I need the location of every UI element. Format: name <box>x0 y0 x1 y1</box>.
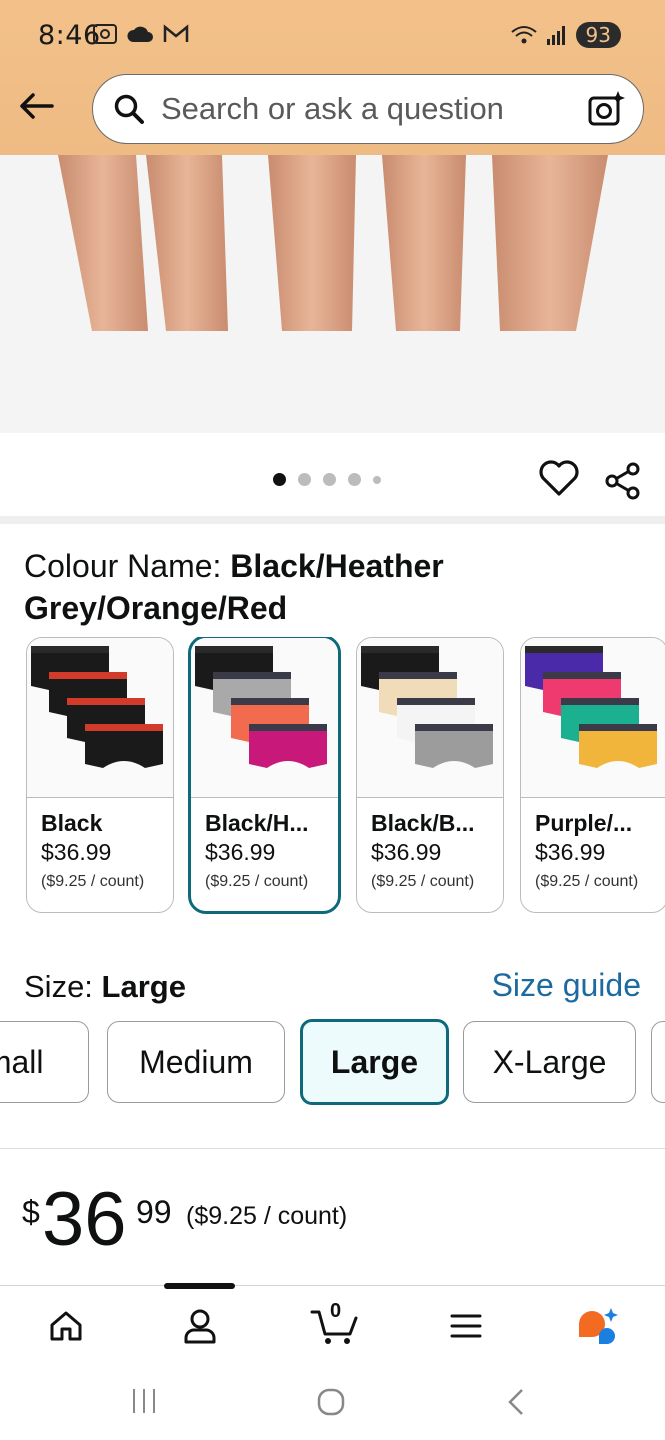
gallery-dots <box>273 473 381 486</box>
battery-badge: 93 <box>575 22 621 48</box>
camera-search-icon[interactable] <box>587 89 627 129</box>
size-option-button[interactable]: Small <box>0 1021 89 1103</box>
divider <box>0 1148 665 1149</box>
colour-option-price: $36.99 <box>41 839 112 865</box>
hamburger-menu-icon <box>450 1314 482 1338</box>
gallery-dot[interactable] <box>348 473 361 486</box>
colour-option-card-selected[interactable]: Black/H... $36.99 ($9.25 / count) <box>188 637 341 914</box>
colour-option-name: Black/B... <box>371 810 475 836</box>
size-label: Size: <box>24 969 102 1004</box>
colour-option-unit-price: ($9.25 / count) <box>371 873 475 890</box>
price-fraction: 99 <box>136 1194 172 1230</box>
size-option-button-selected[interactable]: Large <box>300 1019 449 1105</box>
colour-option-price: $36.99 <box>371 839 442 865</box>
colour-option-name: Purple/... <box>535 810 633 836</box>
gallery-controls <box>0 433 665 518</box>
size-option-button[interactable]: Medium <box>107 1021 285 1103</box>
colour-option-card[interactable]: Black $36.99 ($9.25 / count) <box>26 637 174 913</box>
recent-apps-icon[interactable] <box>130 1387 158 1415</box>
home-icon <box>50 1311 82 1341</box>
bottom-nav: 0 <box>0 1283 665 1365</box>
back-button[interactable] <box>14 84 58 128</box>
system-nav-bar <box>0 1365 665 1440</box>
signal-icon <box>546 26 565 45</box>
colour-option-name: Black <box>41 810 103 836</box>
colour-option-name: Black/H... <box>205 810 309 836</box>
colour-option-unit-price: ($9.25 / count) <box>535 873 639 890</box>
gmail-icon <box>163 24 189 42</box>
size-heading: Size: Large <box>24 969 186 1005</box>
product-photo-legs <box>58 155 608 331</box>
size-option-label: Small <box>0 1043 44 1080</box>
underwear-piece <box>579 724 657 768</box>
status-left-icons <box>92 22 190 46</box>
nav-rufus[interactable] <box>574 1302 622 1350</box>
header: 8:46 93 Search or ask a question <box>0 0 665 155</box>
pack-thumbnail <box>31 646 163 768</box>
nav-cart[interactable]: 0 <box>308 1300 362 1350</box>
pack-thumbnail <box>525 646 657 768</box>
size-guide-link[interactable]: Size guide <box>492 967 641 1004</box>
price-per-unit: ($9.25 / count) <box>186 1202 348 1230</box>
size-option-label: X-Large <box>492 1043 607 1080</box>
colour-option-unit-price: ($9.25 / count) <box>205 873 309 890</box>
colour-option-image <box>357 638 503 798</box>
gallery-dot[interactable] <box>298 473 311 486</box>
size-option-label: Medium <box>139 1043 253 1080</box>
nav-home[interactable] <box>42 1302 90 1350</box>
pack-thumbnail <box>195 646 327 768</box>
product-image[interactable] <box>0 155 665 433</box>
home-circle-icon[interactable] <box>316 1387 346 1417</box>
price-whole: 36 <box>42 1177 127 1262</box>
wifi-icon <box>510 26 537 44</box>
section-divider <box>0 516 665 524</box>
colour-option-card[interactable]: Black/B... $36.99 ($9.25 / count) <box>356 637 504 913</box>
price-currency: $ <box>22 1194 40 1230</box>
colour-option-price: $36.99 <box>205 839 276 865</box>
back-chevron-icon[interactable] <box>504 1387 528 1417</box>
colour-option-unit-price: ($9.25 / count) <box>41 873 145 890</box>
size-option-button[interactable]: X-Large <box>463 1021 636 1103</box>
user-icon <box>184 1309 216 1344</box>
colour-option-card[interactable]: Purple/... $36.99 ($9.25 / count) <box>520 637 665 913</box>
size-value: Large <box>101 969 186 1004</box>
status-bar: 8:46 93 <box>0 0 665 70</box>
rufus-assistant-icon <box>579 1308 618 1344</box>
gallery-dot[interactable] <box>323 473 336 486</box>
colour-option-image <box>521 638 665 798</box>
heart-icon[interactable] <box>538 459 580 497</box>
cart-count: 0 <box>330 1300 342 1322</box>
colour-option-image <box>27 638 173 798</box>
colour-name-heading: Colour Name: Black/Heather Grey/Orange/R… <box>24 545 644 629</box>
underwear-piece <box>249 724 327 768</box>
share-icon[interactable] <box>603 461 643 501</box>
gallery-dot[interactable] <box>373 475 381 484</box>
underwear-piece <box>415 724 493 768</box>
colour-label: Colour Name: <box>24 548 231 584</box>
screenshot-icon <box>93 24 117 44</box>
nav-menu[interactable] <box>442 1302 490 1350</box>
size-option-button[interactable] <box>651 1021 665 1103</box>
colour-option-price: $36.99 <box>535 839 606 865</box>
colour-option-image <box>191 638 338 798</box>
cloud-icon <box>127 26 153 42</box>
pack-thumbnail <box>361 646 493 768</box>
search-bar[interactable]: Search or ask a question <box>92 74 644 144</box>
search-input[interactable]: Search or ask a question <box>161 91 504 127</box>
back-arrow-icon <box>20 93 54 119</box>
underwear-piece <box>85 724 163 768</box>
colour-swatches: Black $36.99 ($9.25 / count) Black/H... … <box>26 637 665 917</box>
size-option-label: Large <box>330 1043 419 1080</box>
gallery-dot[interactable] <box>273 473 286 486</box>
active-tab-indicator <box>164 1283 235 1289</box>
status-right-icons: 93 <box>510 22 621 48</box>
search-icon <box>114 94 144 124</box>
size-options: Small Medium Large X-Large <box>0 1019 665 1107</box>
nav-account[interactable] <box>176 1302 224 1350</box>
